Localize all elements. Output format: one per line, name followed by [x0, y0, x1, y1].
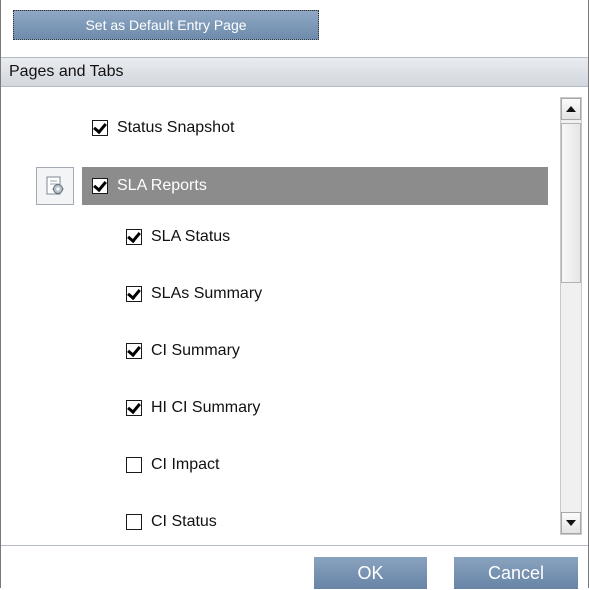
- ci-status-checkbox[interactable]: [126, 514, 142, 530]
- list-item-hi-ci-summary[interactable]: HI CI Summary: [126, 389, 260, 427]
- pages-tree-list: Status Snapshot SLA Reports SLA Status S…: [1, 87, 588, 545]
- list-item-sla-reports[interactable]: SLA Reports: [82, 167, 548, 205]
- list-item-ci-impact[interactable]: CI Impact: [126, 446, 219, 484]
- list-item-label: SLA Reports: [117, 177, 207, 194]
- pages-and-tabs-dialog: Set as Default Entry Page Pages and Tabs…: [0, 0, 589, 589]
- list-item-label: SLAs Summary: [151, 285, 263, 302]
- dialog-footer: OK Cancel: [1, 545, 588, 589]
- sla-status-checkbox[interactable]: [126, 229, 142, 245]
- slas-summary-checkbox[interactable]: [126, 286, 142, 302]
- list-item-label: Status Snapshot: [117, 119, 235, 136]
- cancel-button[interactable]: Cancel: [454, 557, 578, 589]
- scroll-down-arrow-icon[interactable]: [561, 512, 581, 534]
- vertical-scrollbar[interactable]: [560, 97, 582, 535]
- status-snapshot-checkbox[interactable]: [92, 120, 108, 136]
- list-item-label: SLA Status: [151, 228, 231, 245]
- toolbar: Set as Default Entry Page: [1, 0, 588, 52]
- list-item-slas-summary[interactable]: SLAs Summary: [126, 275, 262, 313]
- section-header: Pages and Tabs: [1, 57, 588, 87]
- list-item-ci-summary[interactable]: CI Summary: [126, 332, 240, 370]
- sla-reports-checkbox[interactable]: [92, 178, 108, 194]
- page-settings-icon[interactable]: [36, 167, 74, 205]
- ci-impact-checkbox[interactable]: [126, 457, 142, 473]
- list-item-label: CI Status: [151, 513, 217, 530]
- ci-summary-checkbox[interactable]: [126, 343, 142, 359]
- list-item-sla-status[interactable]: SLA Status: [126, 218, 230, 256]
- list-item-ci-status[interactable]: CI Status: [126, 503, 217, 541]
- list-item-label: HI CI Summary: [151, 399, 261, 416]
- scroll-up-arrow-icon[interactable]: [561, 98, 581, 120]
- hi-ci-summary-checkbox[interactable]: [126, 400, 142, 416]
- list-item-label: CI Summary: [151, 342, 240, 359]
- list-item-status-snapshot[interactable]: Status Snapshot: [92, 109, 234, 147]
- scrollbar-thumb[interactable]: [561, 123, 581, 283]
- set-default-entry-page-button[interactable]: Set as Default Entry Page: [13, 10, 319, 40]
- list-item-label: CI Impact: [151, 456, 220, 473]
- ok-button[interactable]: OK: [314, 557, 427, 589]
